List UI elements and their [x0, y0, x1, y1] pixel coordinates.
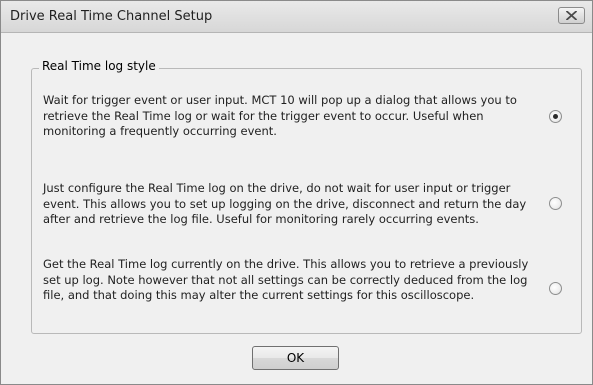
option-3-radio[interactable] [549, 282, 562, 295]
option-2-description: Just configure the Real Time log on the … [43, 181, 527, 227]
close-button[interactable] [558, 7, 585, 24]
option-1-radio[interactable] [549, 110, 562, 123]
option-2-radio[interactable] [549, 197, 562, 210]
close-icon [566, 11, 577, 20]
radio-selected-dot [553, 114, 558, 119]
ok-button[interactable]: OK [252, 346, 339, 370]
option-1-description: Wait for trigger event or user input. MC… [43, 93, 517, 139]
dialog-window: Drive Real Time Channel Setup Real Time … [0, 0, 593, 385]
window-title: Drive Real Time Channel Setup [10, 9, 213, 24]
group-legend: Real Time log style [39, 59, 159, 73]
title-bar[interactable]: Drive Real Time Channel Setup [1, 1, 592, 33]
ok-button-label: OK [286, 351, 305, 365]
option-3-description: Get the Real Time log currently on the d… [43, 257, 529, 303]
